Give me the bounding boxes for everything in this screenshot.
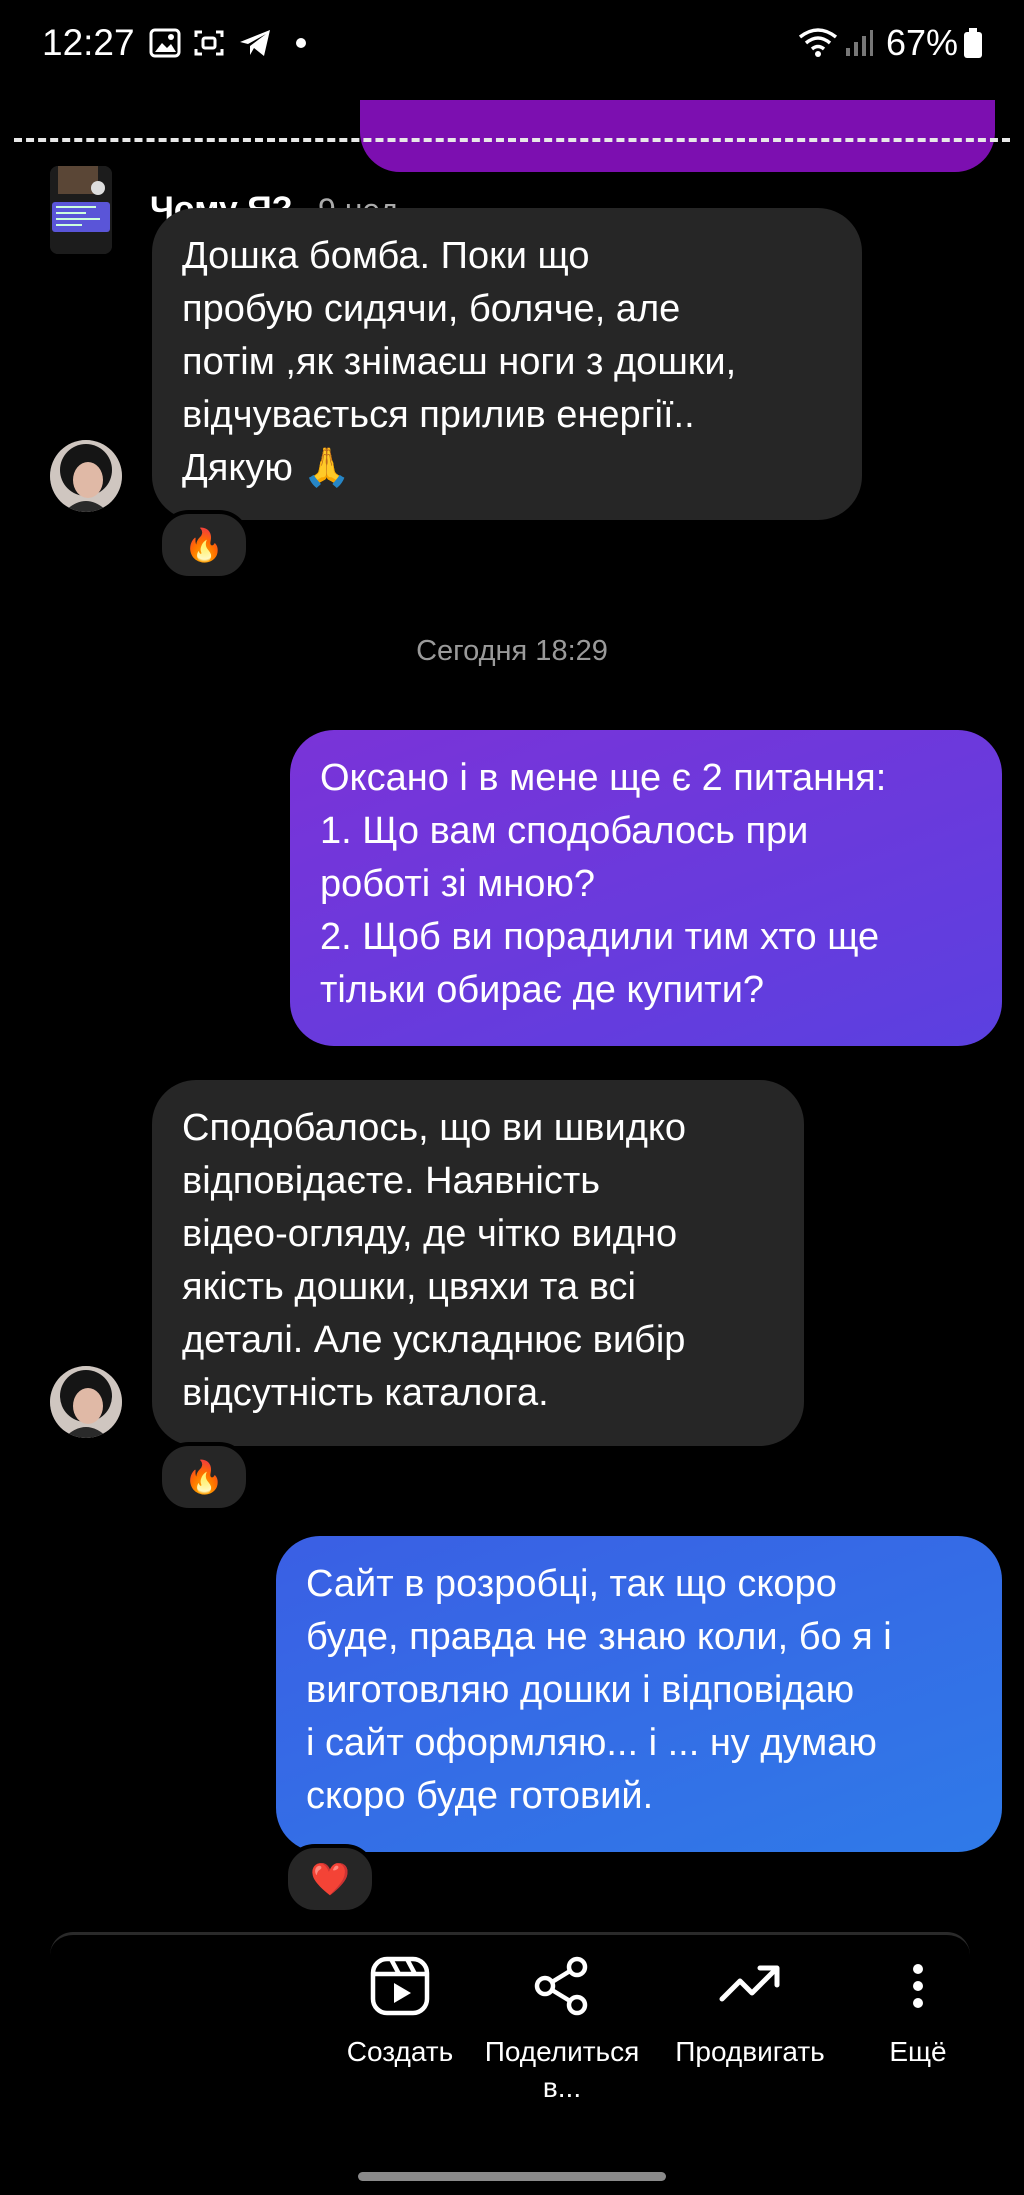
incoming-message-bubble[interactable]: Сподобалось, що ви швидко відповідаєте. …	[152, 1080, 804, 1446]
message-text: виготовляю дошки і відповідаю	[306, 1669, 855, 1711]
more-button[interactable]: Ещё	[818, 1938, 1018, 2070]
wifi-icon	[796, 24, 840, 62]
message-text: відчувається прилив енергії..	[182, 394, 695, 436]
message-text: пробую сидячи, боляче, але	[182, 288, 681, 330]
message-text: буде, правда не знаю коли, бо я і	[306, 1616, 892, 1658]
reaction-badge[interactable]: 🔥	[158, 510, 250, 580]
message-text: відсутність каталога.	[182, 1372, 549, 1414]
previous-message-bubble	[360, 100, 995, 172]
reply-thumbnail[interactable]	[50, 166, 112, 254]
outgoing-message-bubble[interactable]: Сайт в розробці, так що скоро буде, прав…	[276, 1536, 1002, 1852]
contact-avatar[interactable]	[50, 1366, 122, 1438]
reaction-badge[interactable]: ❤️	[284, 1844, 376, 1914]
message-text: 2. Щоб ви порадили тим хто ще	[320, 916, 880, 958]
contact-avatar[interactable]	[50, 440, 122, 512]
battery-icon	[960, 24, 986, 62]
dashed-divider	[14, 138, 1010, 142]
share-button[interactable]: Поделиться в...	[462, 1938, 662, 2106]
battery-percent: 67%	[886, 22, 959, 63]
incoming-message-bubble[interactable]: Дошка бомба. Поки що пробую сидячи, боля…	[152, 208, 862, 520]
share-icon	[462, 1938, 662, 2034]
message-text: скоро буде готовий.	[306, 1775, 654, 1817]
message-text: роботі зі мною?	[320, 863, 596, 905]
telegram-icon	[236, 24, 274, 62]
dot-icon	[282, 24, 320, 62]
outgoing-message-bubble[interactable]: Оксано і в мене ще є 2 питання: 1. Що ва…	[290, 730, 1002, 1046]
more-vertical-icon	[818, 1938, 1018, 2034]
message-text: 1. Що вам сподобалось при	[320, 810, 809, 852]
signal-icon	[842, 24, 876, 62]
status-time: 12:27	[42, 22, 135, 63]
home-indicator[interactable]	[358, 2172, 666, 2181]
share-label: Поделиться в...	[484, 2036, 640, 2103]
message-text: тільки обирає де купити?	[320, 969, 765, 1011]
message-text: і сайт оформляю... і ... ну думаю	[306, 1722, 877, 1764]
reaction-badge[interactable]: 🔥	[158, 1442, 250, 1512]
message-text: деталі. Але ускладнює вибір	[182, 1319, 686, 1361]
message-text: Сайт в розробці, так що скоро	[306, 1563, 837, 1605]
message-text: потім ,як знімаєш ноги з дошки,	[182, 341, 737, 383]
screen-record-icon	[190, 24, 228, 62]
message-text: відповідаєте. Наявність	[182, 1160, 601, 1202]
message-text: Оксано і в мене ще є 2 питання:	[320, 757, 887, 799]
message-text: Дякую 🙏	[182, 447, 351, 489]
message-text: Дошка бомба. Поки що	[182, 235, 590, 277]
more-label: Ещё	[889, 2036, 947, 2067]
message-text: Сподобалось, що ви швидко	[182, 1107, 687, 1149]
status-bar: 12:27 67%	[0, 0, 1024, 90]
message-text: відео-огляду, де чітко видно	[182, 1213, 678, 1255]
message-text: якість дошки, цвяхи та всі	[182, 1266, 636, 1308]
gallery-icon	[146, 24, 184, 62]
day-separator: Сегодня 18:29	[416, 635, 608, 667]
